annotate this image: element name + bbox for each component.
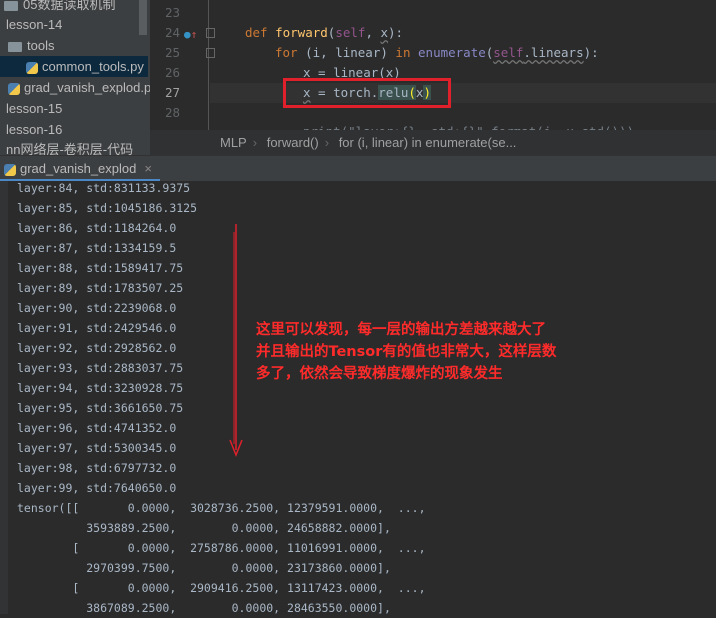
breadcrumb: MLP › forward() › for (i, linear) in enume… (150, 130, 716, 155)
annotation-line: 这里可以发现，每一层的输出方差越来越大了 (256, 322, 546, 338)
console-gutter (0, 181, 8, 614)
console-line: 3593889.2500, 0.0000, 24658882.0000], (17, 521, 391, 535)
console-line: layer:95, std:3661650.75 (17, 401, 184, 415)
console-output: layer:84, std:831133.9375 layer:85, std:1… (0, 181, 716, 615)
console-line: layer:97, std:5300345.0 (17, 441, 177, 455)
annotation-text: 这里可以发现，每一层的输出方差越来越大了 并且输出的Tensor有的值也非常大，… (256, 319, 616, 385)
breadcrumb-mlp[interactable]: MLP (220, 135, 247, 150)
tree-item-lesson-14[interactable]: lesson-14 (0, 14, 148, 35)
override-icon[interactable]: ●↑ (184, 28, 197, 41)
python-file-icon (8, 82, 20, 95)
console-line: layer:85, std:1045186.3125 (17, 201, 198, 215)
python-icon (4, 163, 16, 176)
tree-scrollbar[interactable] (139, 0, 147, 35)
folder-icon (8, 41, 22, 52)
chevron-right-icon: › (252, 135, 258, 150)
highlight-box (283, 78, 451, 108)
fold-icon[interactable] (206, 28, 215, 38)
line-number: 23 (164, 5, 180, 20)
tree-item-nn[interactable]: nn网络层-卷积层-代码 (0, 139, 148, 155)
down-arrow-icon (229, 224, 243, 458)
console-line: layer:91, std:2429546.0 (17, 321, 177, 335)
line-number: 26 (164, 65, 180, 80)
line-number: 25 (164, 45, 180, 60)
console-line: layer:84, std:831133.9375 (17, 181, 191, 195)
line-number: 27 (164, 85, 180, 100)
tree-item-lesson-15[interactable]: lesson-15 (0, 98, 148, 119)
breadcrumb-forward[interactable]: forward() (267, 135, 319, 150)
close-icon[interactable]: × (144, 161, 152, 176)
code-line-25: for (i, linear) in enumerate(self.linear… (275, 45, 599, 60)
console-line: layer:90, std:2239068.0 (17, 301, 177, 315)
line-number: 24 (164, 25, 180, 40)
tree-item-lesson-16[interactable]: lesson-16 (0, 119, 148, 140)
console-line: layer:88, std:1589417.75 (17, 261, 184, 275)
python-file-icon (26, 61, 38, 74)
console-line: layer:89, std:1783507.25 (17, 281, 184, 295)
tree-item-tools[interactable]: tools (0, 35, 148, 56)
console-line: layer:98, std:6797732.0 (17, 461, 177, 475)
console-line: layer:93, std:2883037.75 (17, 361, 184, 375)
chevron-right-icon: › (324, 135, 330, 150)
code-line-29: print("layer:{}, std:{}".format(i, x.std… (303, 122, 634, 130)
console-line: [ 0.0000, 2909416.2500, 13117423.0000, .… (17, 581, 426, 595)
code-line-24: def forward(self, x): (245, 25, 404, 40)
breadcrumb-for[interactable]: for (i, linear) in enumerate(se... (339, 135, 517, 150)
line-number: 28 (164, 105, 180, 120)
console-line: tensor([[ 0.0000, 3028736.2500, 12379591… (17, 501, 426, 515)
folder-icon (4, 0, 18, 11)
code-editor[interactable]: 23 24 25 26 27 28 ●↑ def forward(self, x… (150, 0, 716, 130)
annotation-line: 并且输出的Tensor有的值也非常大，这样层数 (256, 344, 557, 360)
annotation-line: 多了，依然会导致梯度爆炸的现象发生 (256, 366, 503, 382)
tree-item-05[interactable]: 05数据读取机制 (0, 0, 148, 15)
console-line: layer:96, std:4741352.0 (17, 421, 177, 435)
tree-item-grad-vanish[interactable]: grad_vanish_explod.py (0, 77, 150, 98)
console-line: [ 0.0000, 2758786.0000, 11016991.0000, .… (17, 541, 426, 555)
tree-item-common-tools[interactable]: common_tools.py (0, 56, 148, 77)
console-line: 2970399.7500, 0.0000, 23173860.0000], (17, 561, 391, 575)
project-tree: 05数据读取机制 lesson-14 tools common_tools.py… (0, 0, 150, 155)
console-line: layer:92, std:2928562.0 (17, 341, 177, 355)
console-line: 3867089.2500, 0.0000, 28463550.0000], (17, 601, 391, 615)
fold-icon[interactable] (206, 48, 215, 58)
console-line: layer:87, std:1334159.5 (17, 241, 177, 255)
console-line: layer:99, std:7640650.0 (17, 481, 177, 495)
gutter-divider (208, 0, 209, 130)
console-line: layer:86, std:1184264.0 (17, 221, 177, 235)
console-line: layer:94, std:3230928.75 (17, 381, 184, 395)
